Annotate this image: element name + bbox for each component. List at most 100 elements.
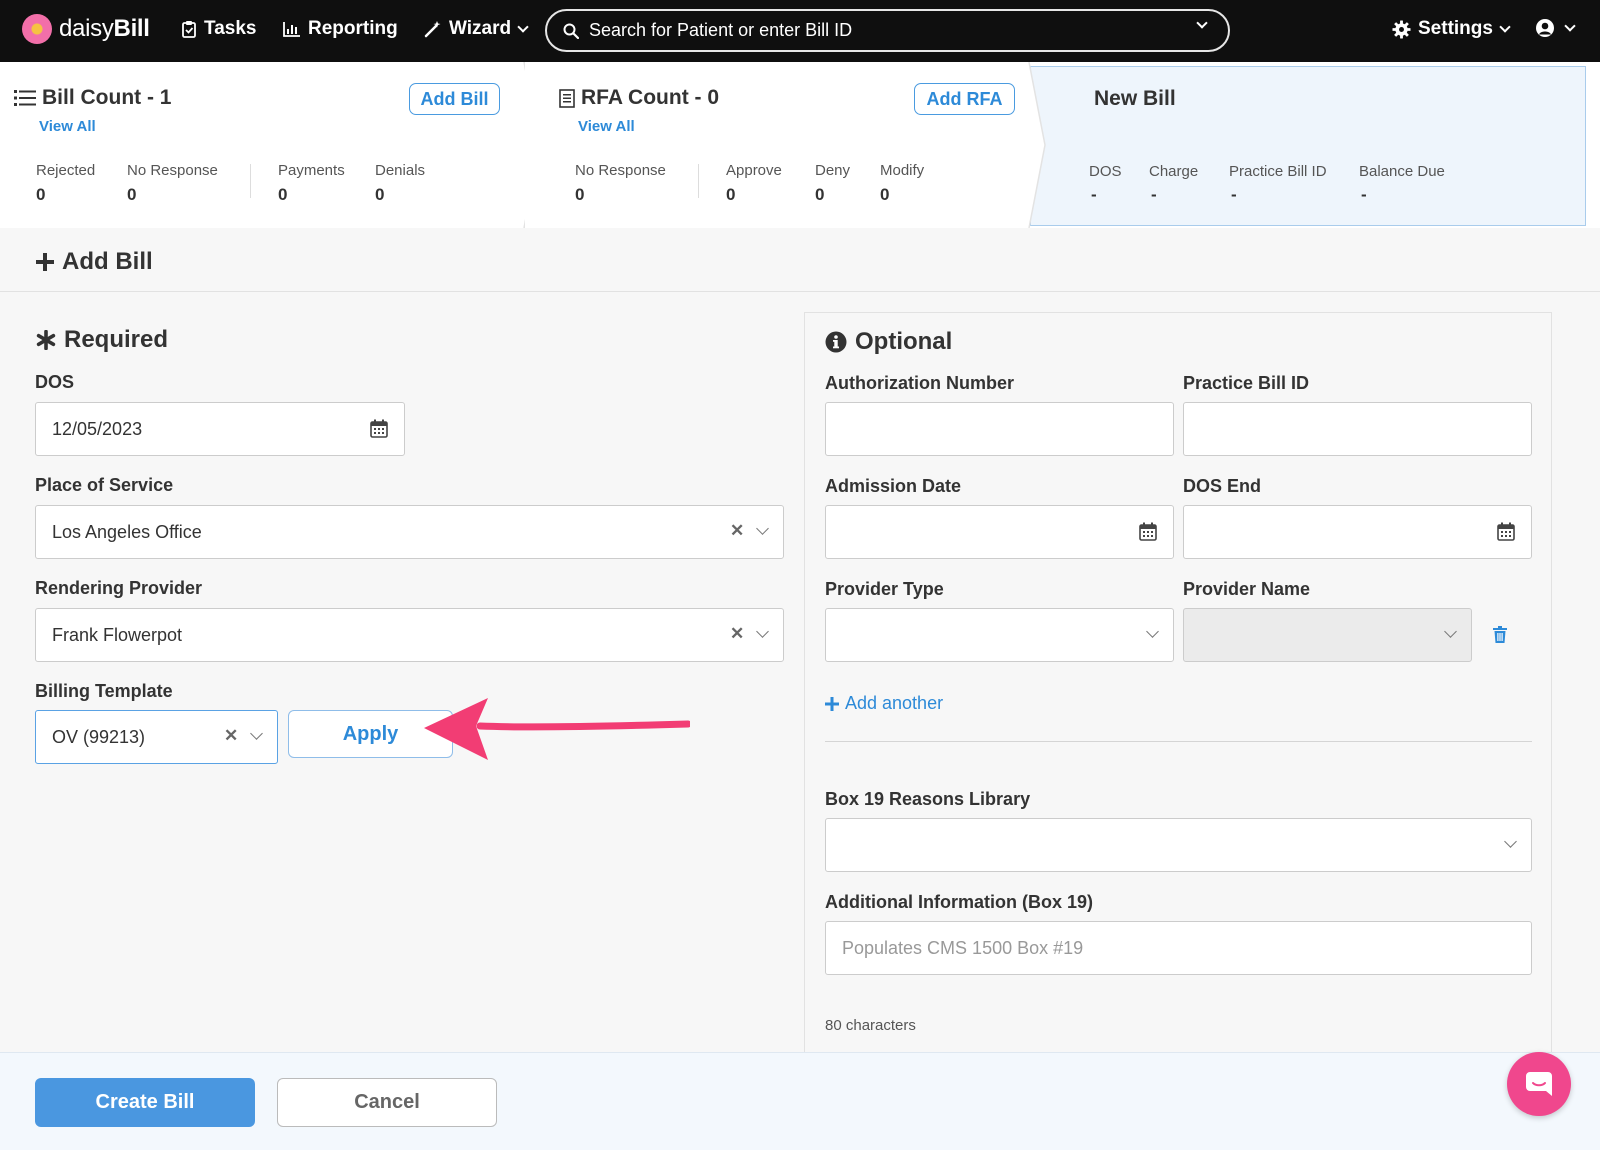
rfa-count-panel: RFA Count - 0 View All Add RFA No Respon…	[525, 62, 1030, 228]
plus-icon	[36, 253, 54, 271]
rendering-provider-select[interactable]: Frank Flowerpot ✕	[35, 608, 784, 662]
practice-bill-id-label: Practice Bill ID	[1183, 373, 1310, 393]
authorization-number-label: Authorization Number	[825, 373, 1014, 393]
admission-date-label: Admission Date	[825, 476, 962, 496]
stat-divider	[698, 164, 699, 198]
chevron-down-icon[interactable]	[250, 727, 263, 740]
bill-count-label: Bill Count - 1	[42, 86, 172, 109]
bill-count-title: Bill Count - 1	[14, 86, 172, 110]
clear-icon[interactable]: ✕	[730, 624, 744, 644]
chevron-down-icon[interactable]	[756, 625, 769, 638]
new-bill-panel: New Bill DOS - Charge - Practice Bill ID…	[1030, 66, 1586, 226]
add-bill-button[interactable]: Add Bill	[409, 83, 500, 115]
add-another-provider-link[interactable]: Add another	[825, 693, 943, 714]
rfa-stat-deny-value: 0	[815, 185, 825, 204]
clipboard-check-icon	[182, 21, 196, 38]
optional-section: Optional Authorization Number Practice B…	[804, 312, 1552, 1052]
bill-view-all-link[interactable]: View All	[39, 118, 96, 135]
summary-bar: Bill Count - 1 View All Add Bill Rejecte…	[0, 62, 1600, 228]
rendering-provider-value: Frank Flowerpot	[52, 624, 183, 645]
apply-template-button[interactable]: Apply	[288, 710, 453, 758]
dos-date-input[interactable]: 12/05/2023	[35, 402, 405, 456]
chevron-down-icon	[1499, 20, 1511, 33]
stat-denials-label: Denials	[375, 162, 426, 179]
list-icon	[14, 90, 36, 106]
optional-section-title: Optional	[825, 328, 952, 356]
page-header: Add Bill	[0, 228, 1600, 292]
practice-bill-id-input[interactable]	[1183, 402, 1532, 456]
search-icon	[563, 23, 579, 39]
dos-label: DOS	[35, 372, 75, 392]
page-title-text: Add Bill	[62, 248, 153, 275]
add-rfa-button[interactable]: Add RFA	[914, 83, 1015, 115]
stat-payments-value: 0	[278, 185, 288, 204]
search-dropdown-chevron-icon[interactable]	[1196, 17, 1208, 29]
patient-search[interactable]	[545, 9, 1230, 52]
additional-info-input[interactable]: Populates CMS 1500 Box #19	[825, 921, 1532, 975]
new-bill-practice-id-value: -	[1231, 185, 1237, 204]
rfa-stat-approve-label: Approve	[726, 162, 782, 179]
calendar-icon[interactable]	[1497, 522, 1515, 541]
nav-reporting[interactable]: Reporting	[283, 18, 398, 40]
bar-chart-icon	[283, 22, 300, 37]
stat-rejected-label: Rejected	[36, 162, 96, 179]
daisy-flower-icon	[22, 14, 52, 44]
rfa-stat-approve-value: 0	[726, 185, 736, 204]
nav-reporting-label: Reporting	[308, 18, 398, 39]
rfa-count-title: RFA Count - 0	[559, 86, 719, 110]
stat-rejected-value: 0	[36, 185, 46, 204]
nav-settings[interactable]: Settings	[1392, 18, 1511, 40]
nav-settings-label: Settings	[1418, 18, 1493, 39]
calendar-icon[interactable]	[370, 419, 388, 438]
nav-wizard[interactable]: Wizard	[424, 18, 529, 40]
optional-title-text: Optional	[855, 328, 953, 355]
search-input[interactable]	[589, 20, 1169, 41]
authorization-number-input[interactable]	[825, 402, 1174, 456]
rfa-stat-no-response-value: 0	[575, 185, 585, 204]
rfa-view-all-link[interactable]: View All	[578, 118, 635, 135]
place-of-service-select[interactable]: Los Angeles Office ✕	[35, 505, 784, 559]
new-bill-dos-value: -	[1091, 185, 1097, 204]
nav-tasks-label: Tasks	[204, 18, 257, 39]
clear-icon[interactable]: ✕	[730, 521, 744, 541]
logo-text: daisyBill	[59, 15, 150, 42]
stat-no-response-label: No Response	[127, 162, 218, 179]
provider-type-select[interactable]	[825, 608, 1174, 662]
character-count: 80 characters	[825, 1017, 916, 1034]
chevron-down-icon[interactable]	[1504, 835, 1517, 848]
add-another-label: Add another	[845, 693, 944, 713]
cancel-button[interactable]: Cancel	[277, 1078, 497, 1127]
required-section-title: Required	[36, 326, 168, 354]
billing-template-label: Billing Template	[35, 681, 173, 701]
trash-icon[interactable]	[1493, 626, 1507, 643]
chat-launcher-button[interactable]	[1507, 1052, 1571, 1116]
create-bill-button[interactable]: Create Bill	[35, 1078, 255, 1127]
new-bill-title: New Bill	[1094, 87, 1176, 110]
dos-end-input[interactable]	[1183, 505, 1532, 559]
user-menu[interactable]	[1535, 18, 1576, 38]
nav-tasks[interactable]: Tasks	[181, 18, 256, 40]
calendar-icon[interactable]	[1139, 522, 1157, 541]
chevron-down-icon	[517, 20, 529, 33]
user-circle-icon	[1536, 19, 1554, 37]
billing-template-select[interactable]: OV (99213) ✕	[35, 710, 278, 764]
box19-reasons-select[interactable]	[825, 818, 1532, 872]
box19-reasons-label: Box 19 Reasons Library	[825, 789, 1031, 809]
new-bill-dos-label: DOS	[1089, 163, 1122, 180]
chevron-down-icon[interactable]	[756, 522, 769, 535]
section-divider	[825, 741, 1532, 742]
chevron-down-icon[interactable]	[1146, 625, 1159, 638]
daisybill-logo[interactable]: daisyBill	[22, 14, 150, 44]
admission-date-input[interactable]	[825, 505, 1174, 559]
additional-info-label: Additional Information (Box 19)	[825, 892, 1093, 912]
rendering-provider-label: Rendering Provider	[35, 578, 203, 598]
clear-icon[interactable]: ✕	[224, 726, 238, 746]
page-title: Add Bill	[36, 248, 153, 276]
new-bill-charge-label: Charge	[1149, 163, 1199, 180]
dos-value: 12/05/2023	[52, 418, 143, 439]
rfa-stat-modify-value: 0	[880, 185, 890, 204]
required-title-text: Required	[64, 326, 169, 353]
add-bill-form: Required DOS 12/05/2023 Place of Service…	[0, 292, 1600, 1052]
rfa-stat-deny-label: Deny	[815, 162, 851, 179]
bill-count-panel: Bill Count - 1 View All Add Bill Rejecte…	[0, 62, 525, 228]
